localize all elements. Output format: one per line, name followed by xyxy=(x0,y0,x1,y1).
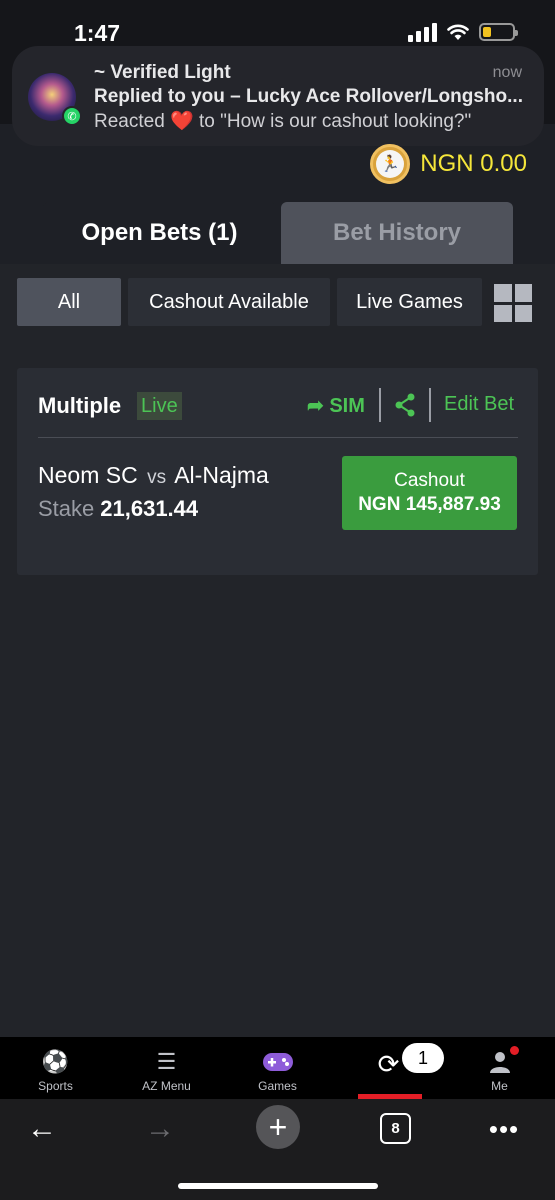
tab-switcher-button[interactable]: 8 xyxy=(380,1113,411,1144)
notification-quoted-text: to "How is our cashout looking?" xyxy=(193,111,472,132)
nav-label: Games xyxy=(258,1079,297,1093)
notification-banner[interactable]: ✆ ~ Verified Light now Replied to you – … xyxy=(12,46,544,146)
cashout-button[interactable]: Cashout NGN 145,887.93 xyxy=(342,456,517,530)
home-team: Neom SC xyxy=(38,462,138,488)
nav-label: Sports xyxy=(38,1079,73,1093)
nav-sports[interactable]: ⚽ Sports xyxy=(0,1037,111,1099)
cellular-signal-icon xyxy=(408,22,437,42)
edit-bet-button[interactable]: Edit Bet xyxy=(444,393,514,416)
home-indicator[interactable] xyxy=(178,1183,378,1189)
share-arrow-icon: ➦ xyxy=(307,395,324,417)
status-time: 1:47 xyxy=(74,20,121,46)
sim-button[interactable]: ➦ SIM xyxy=(307,393,365,418)
bet-card: Multiple Live ➦ SIM Edit Bet Neom SC vs … xyxy=(17,368,538,575)
back-arrow-icon[interactable]: ← xyxy=(22,1109,62,1149)
card-divider xyxy=(38,437,518,438)
forward-arrow-icon[interactable]: → xyxy=(140,1109,180,1149)
user-icon xyxy=(489,1052,510,1073)
bottom-nav: ⚽ Sports ☰ AZ Menu Games ⟳ Me xyxy=(0,1037,555,1099)
betslip-count-badge: 1 xyxy=(402,1043,444,1073)
notification-line1: Replied to you – Lucky Ace Rollover/Long… xyxy=(94,86,523,107)
bet-type: Multiple xyxy=(38,393,122,418)
menu-icon: ☰ xyxy=(156,1049,177,1074)
balance-display[interactable]: 🏃 NGN 0.00 xyxy=(370,144,527,184)
vs-label: vs xyxy=(147,467,167,488)
tab-open-bets[interactable]: Open Bets (1) xyxy=(43,202,276,264)
notification-time: now xyxy=(492,64,522,81)
stake-label: Stake xyxy=(38,496,95,521)
sim-label: SIM xyxy=(329,395,365,417)
notification-line2: Reacted ❤️ to "How is our cashout lookin… xyxy=(94,109,534,133)
live-badge: Live xyxy=(137,392,182,420)
status-icons xyxy=(408,22,518,42)
filter-live-games[interactable]: Live Games xyxy=(337,278,482,326)
cashout-amount: NGN 145,887.93 xyxy=(358,494,501,515)
stake-value: 21,631.44 xyxy=(100,496,199,521)
balance-amount: NGN 0.00 xyxy=(420,150,527,177)
cashout-label: Cashout xyxy=(394,470,465,491)
gamepad-icon xyxy=(262,1053,293,1071)
betslip-icon: ⟳ xyxy=(377,1049,400,1079)
nav-games[interactable]: Games xyxy=(222,1037,333,1099)
whatsapp-icon: ✆ xyxy=(62,106,82,126)
notification-dot xyxy=(510,1046,519,1055)
battery-icon xyxy=(479,23,518,41)
filter-bar: All Cashout Available Live Games xyxy=(17,278,482,326)
nav-me[interactable]: Me xyxy=(444,1037,555,1099)
divider xyxy=(429,388,431,422)
notification-reacted-text: Reacted xyxy=(94,111,171,132)
filter-all[interactable]: All xyxy=(17,278,121,326)
nav-az-menu[interactable]: ☰ AZ Menu xyxy=(111,1037,222,1099)
football-icon: ⚽ xyxy=(41,1049,70,1074)
away-team: Al-Najma xyxy=(174,462,269,488)
coin-icon: 🏃 xyxy=(370,144,411,184)
nav-label: AZ Menu xyxy=(142,1079,191,1093)
notification-sender: ~ Verified Light xyxy=(94,62,231,83)
more-options-icon[interactable]: ••• xyxy=(484,1109,524,1149)
divider xyxy=(379,388,381,422)
match-teams[interactable]: Neom SC vs Al-Najma xyxy=(38,462,269,489)
grid-view-icon[interactable] xyxy=(494,284,532,322)
share-icon[interactable] xyxy=(394,393,416,417)
heart-icon: ❤️ xyxy=(170,111,194,132)
new-tab-plus-icon[interactable]: + xyxy=(256,1105,300,1149)
stake-row: Stake 21,631.44 xyxy=(38,496,198,522)
wifi-icon xyxy=(447,24,469,40)
tab-bet-history[interactable]: Bet History xyxy=(281,202,513,264)
filter-cashout-available[interactable]: Cashout Available xyxy=(128,278,330,326)
nav-label: Me xyxy=(491,1079,508,1093)
